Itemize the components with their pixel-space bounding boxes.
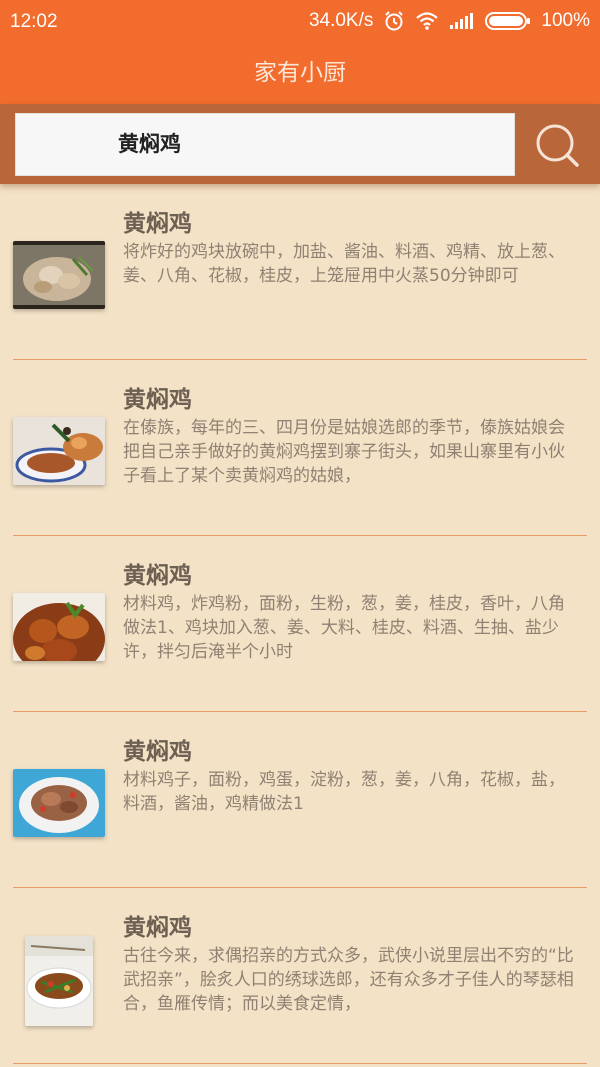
status-time: 12:02 (10, 11, 58, 32)
recipe-title: 黄焖鸡 (123, 915, 192, 941)
recipe-thumbnail (13, 769, 105, 837)
recipe-title: 黄焖鸡 (123, 211, 192, 237)
app-title: 家有小厨 (254, 60, 346, 86)
recipe-thumbnail (13, 593, 105, 661)
list-item[interactable]: 黄焖鸡 将炸好的鸡块放碗中，加盐、酱油、料酒、鸡精、放上葱、姜、八角、花椒，桂皮… (13, 184, 587, 360)
recipe-description: 将炸好的鸡块放碗中，加盐、酱油、料酒、鸡精、放上葱、姜、八角、花椒，桂皮，上笼屉… (123, 242, 565, 286)
list-item[interactable]: 黄焖鸡 古往今来，求偶招亲的方式众多，武侠小说里层出不穷的“比武招亲”，脍炙人口… (13, 888, 587, 1064)
recipe-description: 材料鸡，炸鸡粉，面粉，生粉，葱，姜，桂皮，香叶，八角做法1、鸡块加入葱、姜、大料… (123, 594, 565, 662)
recipe-description: 古往今来，求偶招亲的方式众多，武侠小说里层出不穷的“比武招亲”，脍炙人口的绣球选… (123, 946, 574, 1014)
recipe-title: 黄焖鸡 (123, 563, 192, 589)
list-item[interactable]: 黄焖鸡 在傣族，每年的三、四月份是姑娘选郎的季节，傣族姑娘会把自己亲手做好的黄焖… (13, 360, 587, 536)
recipe-thumbnail (13, 417, 105, 485)
recipe-title: 黄焖鸡 (123, 739, 192, 765)
search-icon (527, 124, 587, 178)
search-bar: 黄焖鸡 (0, 104, 600, 184)
recipe-list: 黄焖鸡 将炸好的鸡块放碗中，加盐、酱油、料酒、鸡精、放上葱、姜、八角、花椒，桂皮… (0, 184, 600, 1064)
alarm-icon (383, 10, 405, 32)
list-item[interactable]: 黄焖鸡 材料鸡子，面粉，鸡蛋，淀粉，葱，姜，八角，花椒，盐，料酒，酱油，鸡精做法… (13, 712, 587, 888)
recipe-thumbnail (13, 241, 105, 309)
battery-icon (485, 11, 531, 31)
recipe-thumbnail (25, 936, 93, 1026)
wifi-icon (415, 11, 439, 31)
signal-icon (449, 12, 475, 30)
search-input[interactable]: 黄焖鸡 (15, 113, 515, 176)
search-button[interactable] (527, 116, 587, 174)
battery-percent: 100% (541, 10, 590, 31)
recipe-description: 在傣族，每年的三、四月份是姑娘选郎的季节，傣族姑娘会把自己亲手做好的黄焖鸡摆到寨… (123, 418, 565, 486)
recipe-description: 材料鸡子，面粉，鸡蛋，淀粉，葱，姜，八角，花椒，盐，料酒，酱油，鸡精做法1 (123, 770, 565, 814)
recipe-title: 黄焖鸡 (123, 387, 192, 413)
network-speed: 34.0K/s (308, 10, 374, 31)
app-bar: 家有小厨 (0, 42, 600, 104)
status-bar: 12:02 34.0K/s 100% (0, 0, 600, 42)
list-item[interactable]: 黄焖鸡 材料鸡，炸鸡粉，面粉，生粉，葱，姜，桂皮，香叶，八角做法1、鸡块加入葱、… (13, 536, 587, 712)
